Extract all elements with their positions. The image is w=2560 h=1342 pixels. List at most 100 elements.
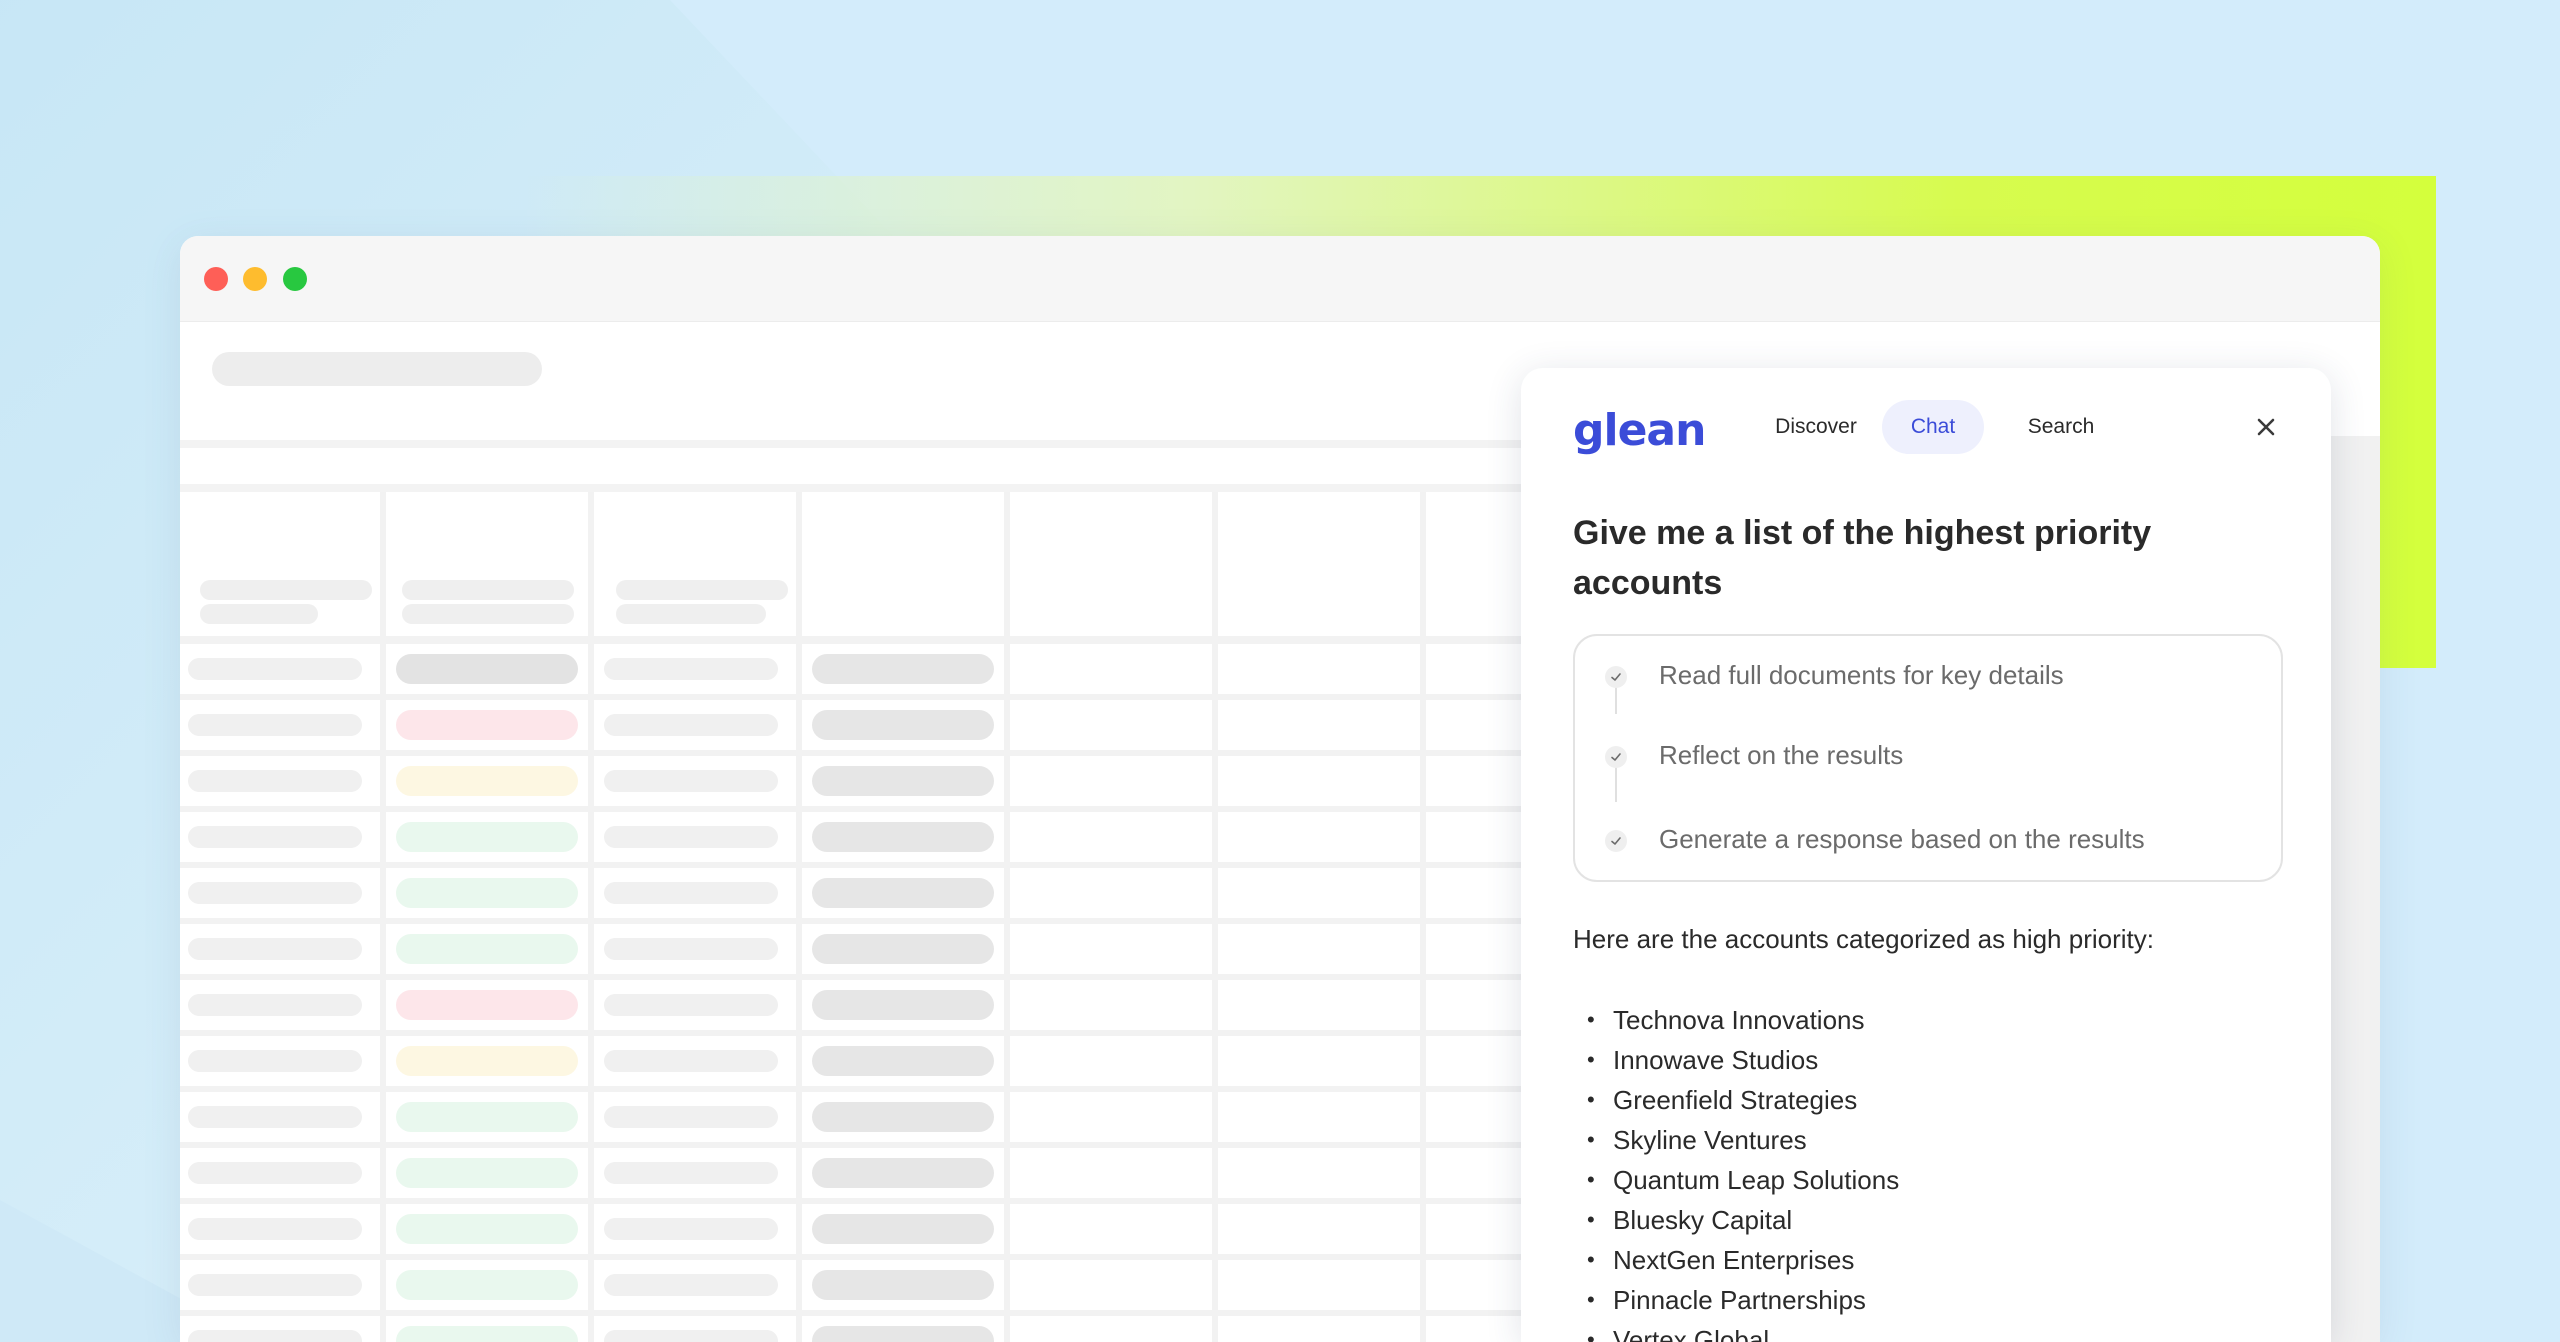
table-cell — [1010, 700, 1212, 750]
skeleton-header — [212, 352, 542, 386]
skeleton-text — [188, 1162, 362, 1184]
skeleton-text — [604, 882, 778, 904]
step-item: Read full documents for key details — [1575, 656, 2275, 696]
status-pill — [396, 822, 578, 852]
table-cell — [1218, 756, 1420, 806]
skeleton-text — [188, 658, 362, 680]
skeleton-text — [200, 604, 318, 624]
window-titlebar — [180, 236, 2380, 322]
skeleton-text — [812, 1326, 994, 1342]
table-cell — [1218, 1204, 1420, 1254]
window-edge — [2331, 436, 2380, 1342]
skeleton-text — [812, 1046, 994, 1076]
list-item: • NextGen Enterprises — [1587, 1245, 1855, 1275]
list-item: • Vertex Global — [1587, 1325, 1770, 1342]
table-cell — [1218, 1316, 1420, 1342]
status-pill — [396, 1158, 578, 1188]
table-cell — [1010, 1316, 1212, 1342]
status-pill — [396, 878, 578, 908]
list-item: • Innowave Studios — [1587, 1045, 1819, 1075]
skeleton-text — [402, 580, 574, 600]
tab-chat[interactable]: Chat — [1882, 400, 1984, 454]
status-pill — [396, 990, 578, 1020]
window-close-dot[interactable] — [204, 267, 228, 291]
skeleton-text — [812, 934, 994, 964]
table-cell — [1010, 756, 1212, 806]
skeleton-text — [812, 822, 994, 852]
skeleton-text — [604, 1106, 778, 1128]
table-cell — [1218, 644, 1420, 694]
skeleton-text — [812, 1158, 994, 1188]
skeleton-text — [188, 882, 362, 904]
close-icon[interactable] — [2249, 410, 2283, 444]
list-item: • Technova Innovations — [1587, 1005, 1865, 1035]
table-cell — [1218, 1092, 1420, 1142]
skeleton-text — [604, 994, 778, 1016]
accounts-list: • Technova Innovations • Innowave Studios … — [1573, 1000, 2273, 1342]
skeleton-text — [604, 826, 778, 848]
user-question: Give me a list of the highest priority a… — [1573, 514, 2152, 602]
skeleton-text — [604, 1330, 778, 1342]
table-cell — [1010, 1092, 1212, 1142]
table-cell — [1218, 1148, 1420, 1198]
skeleton-text — [812, 710, 994, 740]
skeleton-text — [604, 770, 778, 792]
skeleton-text — [604, 714, 778, 736]
table-cell — [1010, 1204, 1212, 1254]
list-item: • Skyline Ventures — [1587, 1125, 1807, 1155]
list-item: • Quantum Leap Solutions — [1587, 1165, 1900, 1195]
table-cell — [1218, 1260, 1420, 1310]
table-cell — [1010, 644, 1212, 694]
status-pill — [396, 654, 578, 684]
skeleton-text — [812, 766, 994, 796]
table-cell — [1218, 700, 1420, 750]
skeleton-text — [812, 990, 994, 1020]
reasoning-steps: Read full documents for key details Refl… — [1573, 634, 2283, 882]
skeleton-text — [188, 1106, 362, 1128]
tab-search[interactable]: Search — [2006, 400, 2116, 454]
list-item: • Pinnacle Partnerships — [1587, 1285, 1866, 1315]
status-pill — [396, 1214, 578, 1244]
table-cell — [1010, 868, 1212, 918]
check-icon — [1605, 830, 1627, 852]
table-header-cell — [1010, 492, 1212, 636]
skeleton-text — [188, 938, 362, 960]
table-cell — [1218, 1036, 1420, 1086]
table-cell — [1010, 1148, 1212, 1198]
skeleton-text — [188, 714, 362, 736]
step-item: Generate a response based on the results — [1575, 820, 2275, 860]
table-header-cell — [1218, 492, 1420, 636]
skeleton-text — [812, 1214, 994, 1244]
table-cell — [1010, 924, 1212, 974]
skeleton-text — [188, 1330, 362, 1342]
window-maximize-dot[interactable] — [283, 267, 307, 291]
skeleton-text — [402, 604, 574, 624]
status-pill — [396, 934, 578, 964]
status-pill — [396, 1102, 578, 1132]
skeleton-text — [604, 658, 778, 680]
table-cell — [1218, 980, 1420, 1030]
skeleton-text — [188, 994, 362, 1016]
step-label: Reflect on the results — [1659, 740, 1904, 770]
list-item: • Greenfield Strategies — [1587, 1085, 1858, 1115]
table-header-cell — [802, 492, 1004, 636]
skeleton-text — [604, 1274, 778, 1296]
table-cell — [1010, 1036, 1212, 1086]
skeleton-text — [812, 1102, 994, 1132]
status-pill — [396, 1270, 578, 1300]
skeleton-text — [604, 1162, 778, 1184]
skeleton-text — [604, 1218, 778, 1240]
tab-discover[interactable]: Discover — [1741, 400, 1891, 454]
skeleton-text — [604, 938, 778, 960]
status-pill — [396, 1326, 578, 1342]
glean-panel: glean Discover Chat Search Give me a lis… — [1521, 368, 2331, 1342]
check-icon — [1605, 666, 1627, 688]
skeleton-text — [188, 1218, 362, 1240]
check-icon — [1605, 746, 1627, 768]
skeleton-text — [812, 654, 994, 684]
skeleton-text — [812, 878, 994, 908]
status-pill — [396, 710, 578, 740]
table-cell — [1010, 1260, 1212, 1310]
skeleton-text — [616, 604, 766, 624]
window-minimize-dot[interactable] — [243, 267, 267, 291]
